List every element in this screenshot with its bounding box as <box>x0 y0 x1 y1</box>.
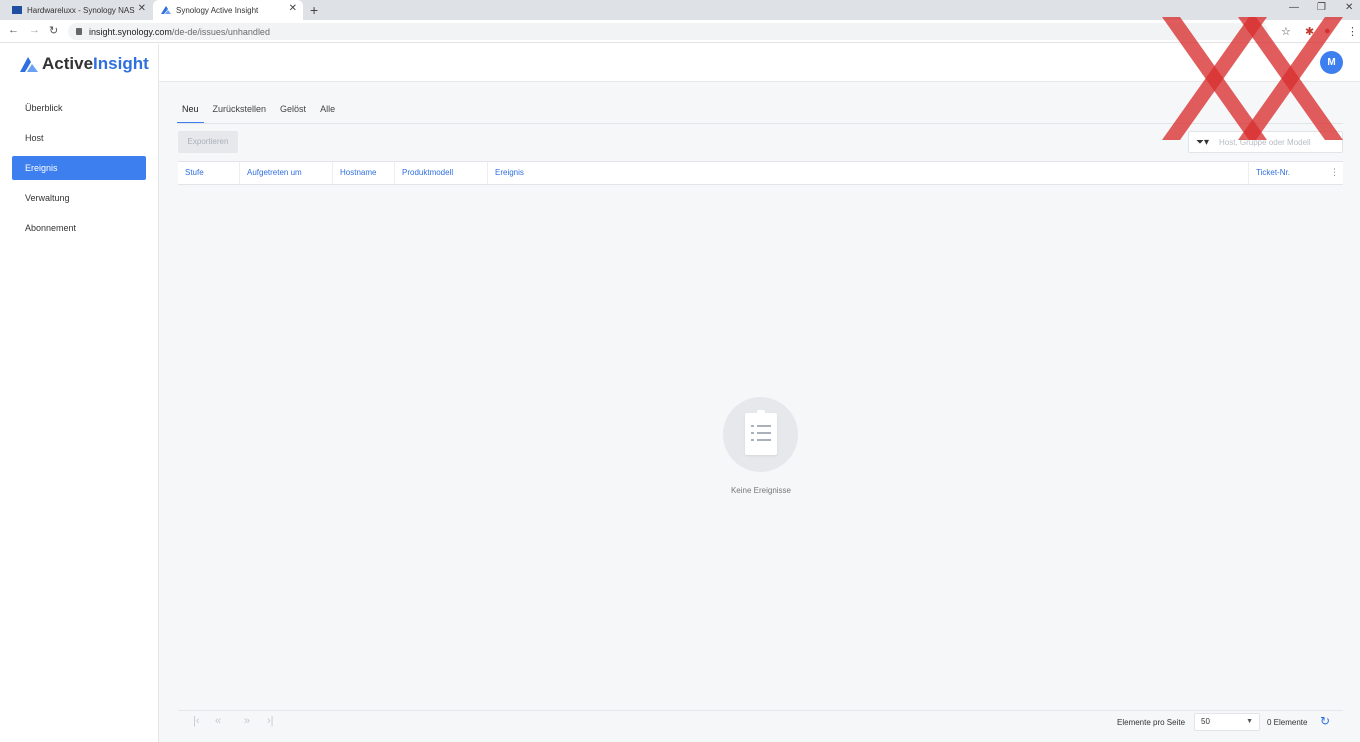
sidebar-item-host[interactable]: Host <box>12 126 146 150</box>
per-page-label: Elemente pro Seite <box>1117 718 1186 727</box>
logo-text-active: Active <box>42 54 94 73</box>
sidebar-item-ueberblick[interactable]: Überblick <box>12 96 146 120</box>
empty-state-illustration <box>723 397 798 472</box>
tab-divider <box>177 123 1343 124</box>
browser-tab-title: Synology Active Insight <box>176 5 259 15</box>
last-page-icon[interactable]: ›| <box>267 715 274 727</box>
issues-table-header: Stufe Aufgetreten um Hostname Produktmod… <box>178 161 1343 185</box>
bookmark-star-icon[interactable]: ☆ <box>1281 25 1291 38</box>
browser-tab-active-insight[interactable]: Synology Active Insight ✕ <box>153 0 303 20</box>
empty-state-message: Keine Ereignisse <box>730 486 792 495</box>
app-header: M <box>159 44 1360 82</box>
browser-tab-bar: Hardwareluxx - Synology NAS ✕ Synology A… <box>0 0 1360 20</box>
restore-window-icon[interactable]: ❐ <box>1317 2 1326 13</box>
app: Active Insight Überblick Host Ereignis Ve… <box>0 44 1360 742</box>
column-options-icon[interactable]: ⋮ <box>1330 167 1339 178</box>
forward-icon[interactable]: → <box>29 24 40 36</box>
profile-icon[interactable]: ● <box>1324 25 1331 37</box>
previous-page-icon[interactable]: « <box>215 715 221 727</box>
sidebar: Active Insight Überblick Host Ereignis Ve… <box>0 44 159 742</box>
browser-tab-title: Hardwareluxx - Synology NAS <box>27 5 135 15</box>
column-header-produktmodell[interactable]: Produktmodell <box>395 162 488 184</box>
column-header-hostname[interactable]: Hostname <box>333 162 395 184</box>
tab-geloest[interactable]: Gelöst <box>275 100 311 124</box>
search-filter-box: ⏷▾ <box>1188 131 1343 153</box>
pagination-footer: |‹ « » ›| Elemente pro Seite 50 ▼ 0 Elem… <box>178 710 1343 734</box>
chevron-down-icon: ▼ <box>1246 718 1253 725</box>
column-header-ticket-nr[interactable]: Ticket-Nr. <box>1249 162 1329 184</box>
sidebar-item-verwaltung[interactable]: Verwaltung <box>12 186 146 210</box>
first-page-icon[interactable]: |‹ <box>193 715 200 727</box>
main-content: M Neu Zurückstellen Gelöst Alle Exportie… <box>159 44 1360 742</box>
url-field[interactable]: insight.synology.com /de-de/issues/unhan… <box>68 23 1268 40</box>
export-button[interactable]: Exportieren <box>178 131 238 153</box>
hardwareluxx-favicon-icon <box>12 6 22 14</box>
issue-tabs: Neu Zurückstellen Gelöst Alle <box>177 100 344 124</box>
sidebar-item-ereignis[interactable]: Ereignis <box>12 156 146 180</box>
column-header-aufgetreten-um[interactable]: Aufgetreten um <box>240 162 333 184</box>
refresh-icon[interactable]: ↻ <box>1320 714 1330 728</box>
column-header-ereignis[interactable]: Ereignis <box>488 162 1249 184</box>
tab-zurueckstellen[interactable]: Zurückstellen <box>208 100 272 124</box>
column-header-stufe[interactable]: Stufe <box>178 162 240 184</box>
close-tab-icon[interactable]: ✕ <box>138 3 146 14</box>
active-insight-logo[interactable]: Active Insight <box>20 54 149 74</box>
tab-alle[interactable]: Alle <box>315 100 340 124</box>
url-path: /de-de/issues/unhandled <box>171 26 270 37</box>
lock-icon <box>76 28 82 35</box>
per-page-select[interactable]: 50 ▼ <box>1194 713 1260 731</box>
search-input[interactable] <box>1219 134 1339 150</box>
minimize-window-icon[interactable]: — <box>1289 2 1299 13</box>
per-page-value: 50 <box>1201 717 1210 726</box>
sidebar-item-abonnement[interactable]: Abonnement <box>12 216 146 240</box>
browser-menu-icon[interactable]: ⋮ <box>1347 25 1358 38</box>
filter-icon[interactable]: ⏷▾ <box>1196 137 1209 148</box>
extension-icon[interactable]: ✱ <box>1305 25 1314 38</box>
element-count: 0 Elemente <box>1267 718 1308 727</box>
active-insight-favicon-icon <box>161 6 171 14</box>
logo-text-insight: Insight <box>93 54 149 73</box>
clipboard-icon <box>745 410 777 455</box>
active-insight-logo-icon <box>20 56 38 72</box>
reload-icon[interactable]: ↻ <box>49 24 58 37</box>
browser-address-bar: ← → ↻ insight.synology.com /de-de/issues… <box>0 20 1360 43</box>
tab-neu[interactable]: Neu <box>177 100 204 124</box>
back-icon[interactable]: ← <box>8 24 19 36</box>
url-host: insight.synology.com <box>89 26 172 37</box>
next-page-icon[interactable]: » <box>244 715 250 727</box>
user-avatar[interactable]: M <box>1320 51 1343 74</box>
browser-tab-hardwareluxx[interactable]: Hardwareluxx - Synology NAS ✕ <box>6 0 152 20</box>
close-tab-icon[interactable]: ✕ <box>289 3 297 14</box>
close-window-icon[interactable]: ✕ <box>1345 2 1353 13</box>
new-tab-icon[interactable]: + <box>310 2 318 18</box>
